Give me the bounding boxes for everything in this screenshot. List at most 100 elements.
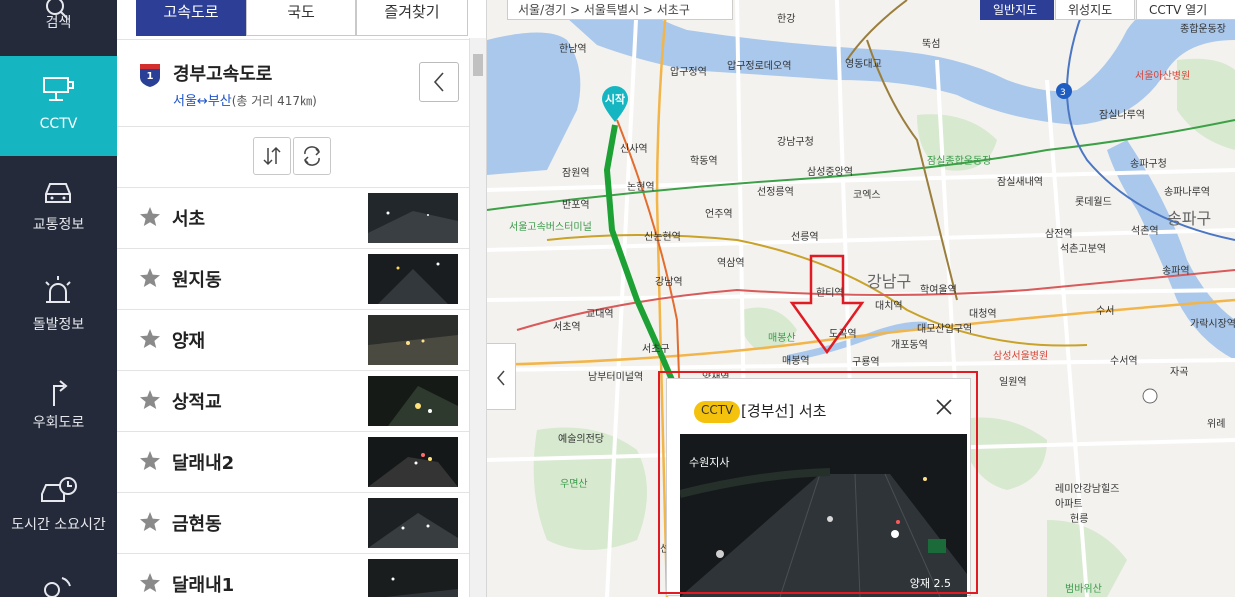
map-label: 롯데월드 [1075,197,1112,208]
list-item[interactable]: 달래내2 [117,432,469,493]
list-item[interactable]: 상적교 [117,371,469,432]
map-label: 선릉역 [791,232,819,243]
map-label: 학여울역 [920,285,957,296]
map-view[interactable]: 3 한강 한남역 압구정역 압구정로데오역 영동대교 뚝섬 종합운동장 서울아산… [487,0,1235,597]
refresh-button[interactable] [293,137,331,175]
cctv-thumbnail[interactable] [368,254,458,304]
tab-national-road[interactable]: 국도 [246,0,356,36]
map-label: 매봉산 [768,333,796,344]
cctv-icon [43,77,74,101]
nav-label: 교통정보 [32,217,85,233]
map-label: 수서역 [1110,356,1138,367]
route-name: 경부고속도로 [173,64,273,85]
map-label: 수서 [1096,306,1115,317]
route-start-pin[interactable]: 시작 [600,84,634,124]
scrollbar-thumb[interactable] [473,54,483,76]
nav-item-incident[interactable]: 돌발정보 [0,256,117,356]
map-label: 잠실새내역 [997,177,1043,188]
normal-map-button[interactable]: 일반지도 [980,0,1054,20]
map-label: 구룡역 [852,357,880,368]
map-label: 압구정역 [670,67,707,78]
map-label: 송파구청 [1130,159,1167,170]
app: 검색 CCTV 교통정보 돌발정보 우회도로 도시간 소요시간 고속도로 국도 … [0,0,1235,597]
star-icon[interactable] [139,450,161,472]
cctv-name: 금현동 [172,514,222,535]
satellite-map-button[interactable]: 위성지도 [1055,0,1135,20]
map-label: 송파역 [1162,266,1190,277]
nav-item-detour[interactable]: 우회도로 [0,356,117,456]
nav-item-city-travel-time[interactable]: 도시간 소요시간 [0,456,117,556]
nav-item-traffic[interactable]: 교통정보 [0,156,117,256]
panel-toggle-button[interactable] [487,343,516,410]
cctv-name: 서초 [172,209,206,230]
map-label: 가락시장역 [1190,319,1235,330]
panel-scrollbar[interactable] [469,38,486,597]
map-label: 신논현역 [644,232,681,243]
map-label: 자곡 [1170,367,1189,378]
nav-label: 돌발정보 [32,317,85,333]
svg-text:3: 3 [1060,88,1066,98]
cctv-name: 달래내1 [172,575,235,596]
tab-favorites[interactable]: 즐겨찾기 [356,0,468,36]
map-label: 영동대교 [845,59,882,70]
cctv-thumbnail[interactable] [368,315,458,365]
list-item[interactable]: 양재 [117,310,469,371]
cctv-thumbnail[interactable] [368,437,458,487]
open-cctv-button[interactable]: CCTV 열기 [1136,0,1235,20]
nav-item-cctv[interactable]: CCTV [0,56,117,156]
location-breadcrumb[interactable]: 서울/경기 > 서울특별시 > 서초구 [507,0,733,20]
map-label: 한티역 [816,288,844,299]
map-label: 서울아산병원 [1135,71,1191,82]
cctv-thumbnail[interactable] [368,559,458,597]
more-menu-icon[interactable] [40,572,76,597]
map-label: 예술의전당 [558,434,604,445]
map-label: 석촌고분역 [1060,244,1106,255]
map-label: 코엑스 [853,190,881,201]
list-item[interactable]: 원지동 [117,249,469,310]
tab-expressway[interactable]: 고속도로 [136,0,246,36]
route-shield-number: 1 [146,71,154,82]
map-label: 강남구청 [777,137,814,148]
road-type-tabs: 고속도로 국도 즐겨찾기 [136,0,486,38]
map-label: 대청역 [969,309,997,320]
list-item[interactable]: 달래내1 [117,554,469,597]
sort-arrows-icon [263,146,281,166]
cctv-name: 상적교 [172,392,222,413]
star-icon[interactable] [139,267,161,289]
map-label: 한남역 [559,44,587,55]
map-label: 뚝섬 [922,39,941,50]
map-label: 매봉역 [782,356,810,367]
collapse-panel-button[interactable] [419,62,459,102]
nav-item-search[interactable]: 검색 [0,0,117,56]
map-label: 송파구 [1167,209,1212,228]
map-label: 선정릉역 [757,187,794,198]
map-label: 잠실종합운동장 [927,156,992,167]
cctv-thumbnail[interactable] [368,376,458,426]
map-label: 삼전역 [1045,229,1073,240]
star-icon[interactable] [139,572,161,594]
map-label: 서초구 [642,344,670,355]
sort-direction-button[interactable] [253,137,291,175]
car-icon [45,183,71,203]
map-label: 대모산입구역 [917,324,973,335]
map-label: 삼성서울병원 [993,351,1049,362]
cctv-thumbnail[interactable] [368,193,458,243]
map-label: 언주역 [705,209,733,220]
list-item[interactable]: 서초 [117,188,469,249]
map-label: 대치역 [875,301,903,312]
list-item[interactable]: 금현동 [117,493,469,554]
map-label: 논현역 [627,182,655,193]
nav-label: 검색 [45,15,72,31]
star-icon[interactable] [139,328,161,350]
route-distance: (총 거리 417㎞) [231,94,317,108]
map-label: 학동역 [690,156,718,167]
star-icon[interactable] [139,511,161,533]
map-label: 레미안강남힐즈아파트 [1055,484,1120,510]
map-label: 서울고속버스터미널 [509,222,592,233]
highlight-box [658,371,978,594]
star-icon[interactable] [139,389,161,411]
refresh-icon [303,146,321,166]
star-icon[interactable] [139,206,161,228]
cctv-thumbnail[interactable] [368,498,458,548]
route-header: 1 경부고속도로 서울↔부산(총 거리 417㎞) [117,39,469,127]
